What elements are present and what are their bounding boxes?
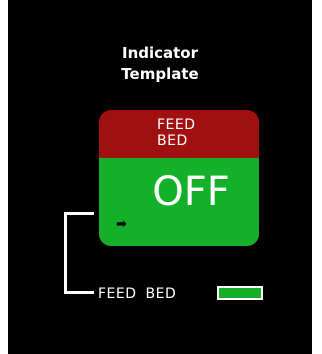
hmi-screen: Indicator Template FEED BED OFF ➡ FEED BE… (8, 0, 312, 354)
title-line-1: Indicator (121, 44, 199, 62)
legend-label: FEED BED (98, 284, 176, 304)
indicator-state: OFF (152, 169, 230, 215)
legend-word-1: FEED (98, 286, 137, 302)
indicator-header: FEED BED (99, 110, 259, 158)
legend-color-swatch (217, 286, 263, 300)
title-line-2: Template (121, 65, 199, 83)
indicator-body: OFF ➡ (99, 158, 259, 246)
right-arrow-icon: ➡ (116, 217, 127, 232)
indicator-header-line-1: FEED (157, 117, 196, 133)
legend-word-2: BED (145, 286, 177, 302)
connector-bracket (64, 212, 94, 294)
feed-bed-indicator[interactable]: FEED BED OFF ➡ (99, 110, 259, 246)
indicator-header-line-2: BED (157, 133, 188, 149)
